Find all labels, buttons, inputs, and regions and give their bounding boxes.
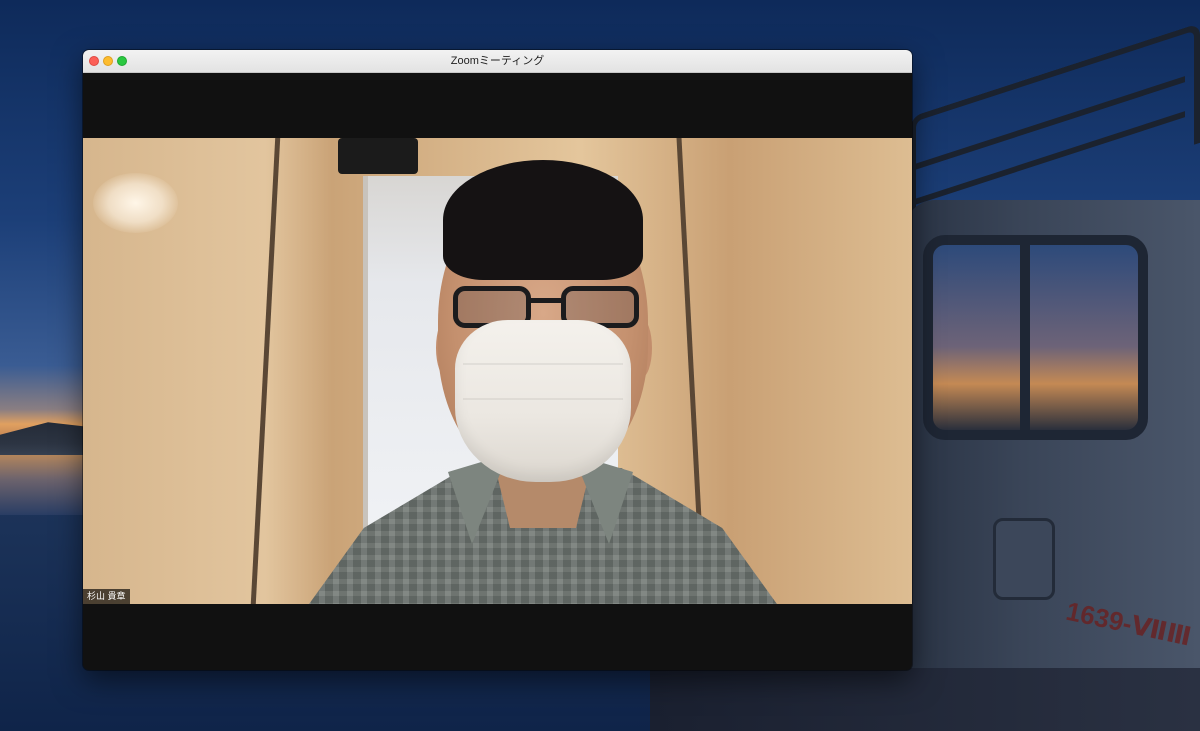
window-titlebar[interactable]: Zoomミーティング bbox=[83, 50, 912, 73]
window-title: Zoomミーティング bbox=[450, 55, 545, 67]
zoom-meeting-window[interactable]: Zoomミーティング 杉山 貴章 bbox=[83, 50, 912, 670]
participant-video[interactable] bbox=[83, 138, 912, 604]
wallpaper-truck: 1639-ⅦⅢ bbox=[905, 22, 1200, 731]
person-hair bbox=[443, 160, 643, 280]
mask-fold bbox=[463, 398, 623, 400]
truck-window-pillar bbox=[1020, 235, 1030, 440]
mask-fold bbox=[463, 363, 623, 365]
ceiling-light bbox=[93, 173, 178, 233]
truck-bottom-shadow bbox=[650, 668, 1200, 731]
face-mask bbox=[455, 320, 631, 482]
glasses-bridge bbox=[529, 298, 563, 303]
participant-name-label: 杉山 貴章 bbox=[83, 589, 130, 604]
truck-fuel-cap bbox=[993, 518, 1055, 600]
truck-window bbox=[923, 235, 1148, 440]
wall-edge bbox=[676, 138, 703, 538]
wall-edge bbox=[250, 138, 281, 604]
ceiling-fixture bbox=[338, 138, 418, 174]
